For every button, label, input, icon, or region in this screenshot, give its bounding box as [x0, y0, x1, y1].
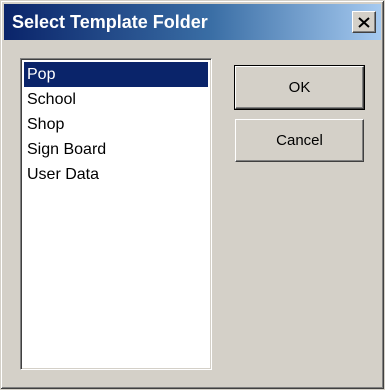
cancel-button[interactable]: Cancel [235, 119, 364, 162]
list-item-pop[interactable]: Pop [24, 62, 208, 87]
close-x-icon [358, 16, 370, 28]
select-template-folder-dialog: Select Template Folder Pop School Shop S… [0, 0, 385, 390]
list-item-user-data[interactable]: User Data [24, 162, 208, 187]
folder-listbox[interactable]: Pop School Shop Sign Board User Data [20, 58, 212, 370]
list-item-shop[interactable]: Shop [24, 112, 208, 137]
list-item-school[interactable]: School [24, 87, 208, 112]
ok-button[interactable]: OK [234, 65, 365, 110]
list-item-sign-board[interactable]: Sign Board [24, 137, 208, 162]
window-title: Select Template Folder [12, 12, 208, 32]
close-button[interactable] [352, 11, 376, 33]
title-bar[interactable]: Select Template Folder [4, 4, 381, 40]
